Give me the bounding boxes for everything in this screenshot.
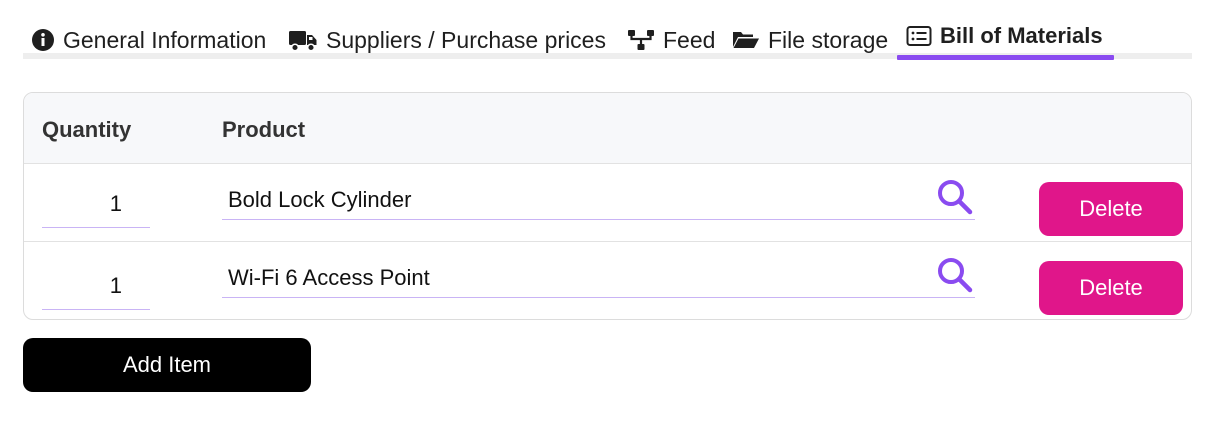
truck-icon (288, 28, 318, 52)
quantity-field (42, 180, 150, 228)
info-circle-icon (31, 28, 55, 52)
product-field (222, 179, 975, 220)
tab-label: Bill of Materials (940, 23, 1103, 48)
tab-label: Suppliers / Purchase prices (326, 26, 606, 53)
search-icon (936, 256, 974, 299)
add-item-button[interactable]: Add Item (23, 338, 311, 392)
tab-bar: General Information Suppliers / Purchase… (23, 0, 1192, 60)
table-row: Delete (24, 164, 1191, 241)
active-tab-indicator (897, 55, 1114, 60)
quantity-input[interactable] (42, 262, 150, 309)
folder-open-icon (732, 28, 760, 52)
column-header-quantity: Quantity (42, 117, 132, 142)
tab-label: General Information (63, 26, 267, 53)
table-header: Quantity Product (24, 93, 1191, 164)
product-field (222, 257, 975, 298)
product-search-button[interactable] (935, 179, 975, 219)
delete-button[interactable]: Delete (1039, 261, 1183, 315)
product-search-button[interactable] (935, 257, 975, 297)
delete-button[interactable]: Delete (1039, 182, 1183, 236)
table-row: Delete (24, 241, 1191, 319)
tab-bill-of-materials[interactable]: Bill of Materials (906, 20, 1103, 52)
tab-label: File storage (768, 26, 889, 53)
quantity-input[interactable] (42, 180, 150, 227)
list-card-icon (906, 25, 932, 47)
tab-feed[interactable]: Feed (627, 24, 715, 56)
product-input[interactable] (222, 181, 922, 219)
tab-general-information[interactable]: General Information (31, 24, 266, 56)
tab-suppliers-purchase-prices[interactable]: Suppliers / Purchase prices (288, 24, 606, 56)
feed-nodes-icon (627, 28, 655, 52)
product-input[interactable] (222, 259, 922, 297)
quantity-field (42, 262, 150, 310)
search-icon (936, 178, 974, 221)
tab-file-storage[interactable]: File storage (732, 24, 888, 56)
tab-label: Feed (663, 26, 716, 53)
column-header-product: Product (222, 117, 306, 142)
bill-of-materials-table: Quantity Product Delete (23, 92, 1192, 320)
